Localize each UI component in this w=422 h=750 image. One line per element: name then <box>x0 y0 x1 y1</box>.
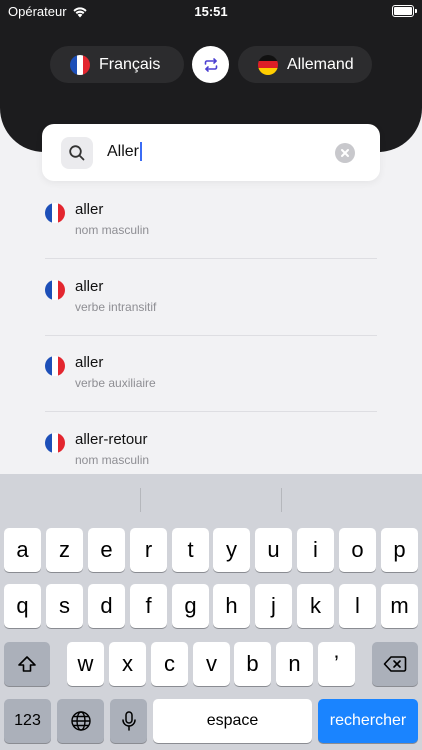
key-x[interactable]: x <box>109 642 146 686</box>
key-u[interactable]: u <box>255 528 292 572</box>
key-g[interactable]: g <box>172 584 209 628</box>
battery-icon <box>392 5 417 17</box>
search-input-value: Aller <box>107 142 140 160</box>
numbers-key[interactable]: 123 <box>4 699 51 743</box>
key-m[interactable]: m <box>381 584 418 628</box>
shift-key[interactable] <box>4 642 50 686</box>
divider <box>45 258 377 259</box>
search-input[interactable]: Aller <box>107 142 143 161</box>
clear-search-button[interactable] <box>335 143 355 163</box>
result-word: aller <box>75 354 104 371</box>
divider <box>45 335 377 336</box>
globe-key[interactable] <box>57 699 104 743</box>
suggestion-divider <box>140 488 141 512</box>
key-o[interactable]: o <box>339 528 376 572</box>
key-q[interactable]: q <box>4 584 41 628</box>
result-word: aller-retour <box>75 431 148 448</box>
result-part-of-speech: nom masculin <box>75 453 150 467</box>
key-v[interactable]: v <box>193 642 230 686</box>
fr-flag-icon <box>45 203 65 223</box>
search-bar: Aller <box>42 124 380 181</box>
backspace-key[interactable] <box>372 642 418 686</box>
microphone-icon <box>121 711 136 731</box>
fr-flag-icon <box>45 433 65 453</box>
key-i[interactable]: i <box>297 528 334 572</box>
suggestion-divider <box>281 488 282 512</box>
space-key[interactable]: espace <box>153 699 312 743</box>
key-h[interactable]: h <box>213 584 250 628</box>
search-icon <box>61 137 93 169</box>
swap-icon <box>204 57 217 72</box>
key-y[interactable]: y <box>213 528 250 572</box>
shift-icon <box>18 656 36 672</box>
search-return-key[interactable]: rechercher <box>318 699 418 743</box>
screen: Opérateur 15:51 Français Allemand Aller … <box>0 0 422 750</box>
clock: 15:51 <box>194 4 228 19</box>
result-item[interactable]: aller verbe intransitif <box>45 278 377 357</box>
de-flag-icon <box>258 54 278 75</box>
key-l[interactable]: l <box>339 584 376 628</box>
text-caret <box>140 142 143 161</box>
result-part-of-speech: nom masculin <box>75 223 150 237</box>
key-t[interactable]: t <box>172 528 209 572</box>
result-word: aller <box>75 278 104 295</box>
key-z[interactable]: z <box>46 528 83 572</box>
divider <box>45 411 377 412</box>
source-language-label: Français <box>99 55 161 73</box>
key-p[interactable]: p <box>381 528 418 572</box>
globe-icon <box>70 711 91 731</box>
status-bar: Opérateur 15:51 <box>0 0 422 24</box>
key-d[interactable]: d <box>88 584 125 628</box>
key-b[interactable]: b <box>234 642 271 686</box>
key-w[interactable]: w <box>67 642 104 686</box>
key-e[interactable]: e <box>88 528 125 572</box>
result-item[interactable]: aller verbe auxiliaire <box>45 354 377 433</box>
result-word: aller <box>75 201 104 218</box>
key-c[interactable]: c <box>151 642 188 686</box>
fr-flag-icon <box>70 54 90 75</box>
key-j[interactable]: j <box>255 584 292 628</box>
backspace-icon <box>383 656 407 672</box>
key-apostrophe[interactable]: ’ <box>318 642 355 686</box>
key-f[interactable]: f <box>130 584 167 628</box>
key-s[interactable]: s <box>46 584 83 628</box>
key-a[interactable]: a <box>4 528 41 572</box>
clear-icon <box>341 149 349 157</box>
key-n[interactable]: n <box>276 642 313 686</box>
source-language-button[interactable]: Français <box>50 46 184 83</box>
target-language-label: Allemand <box>287 55 354 73</box>
key-r[interactable]: r <box>130 528 167 572</box>
result-part-of-speech: verbe intransitif <box>75 300 157 314</box>
swap-languages-button[interactable] <box>192 46 229 83</box>
target-language-button[interactable]: Allemand <box>238 46 372 83</box>
key-k[interactable]: k <box>297 584 334 628</box>
keyboard: a z e r t y u i o p q s d f g h j k l m … <box>0 474 422 750</box>
result-part-of-speech: verbe auxiliaire <box>75 376 156 390</box>
fr-flag-icon <box>45 356 65 376</box>
fr-flag-icon <box>45 280 65 300</box>
result-item[interactable]: aller nom masculin <box>45 201 377 280</box>
dictation-key[interactable] <box>110 699 147 743</box>
